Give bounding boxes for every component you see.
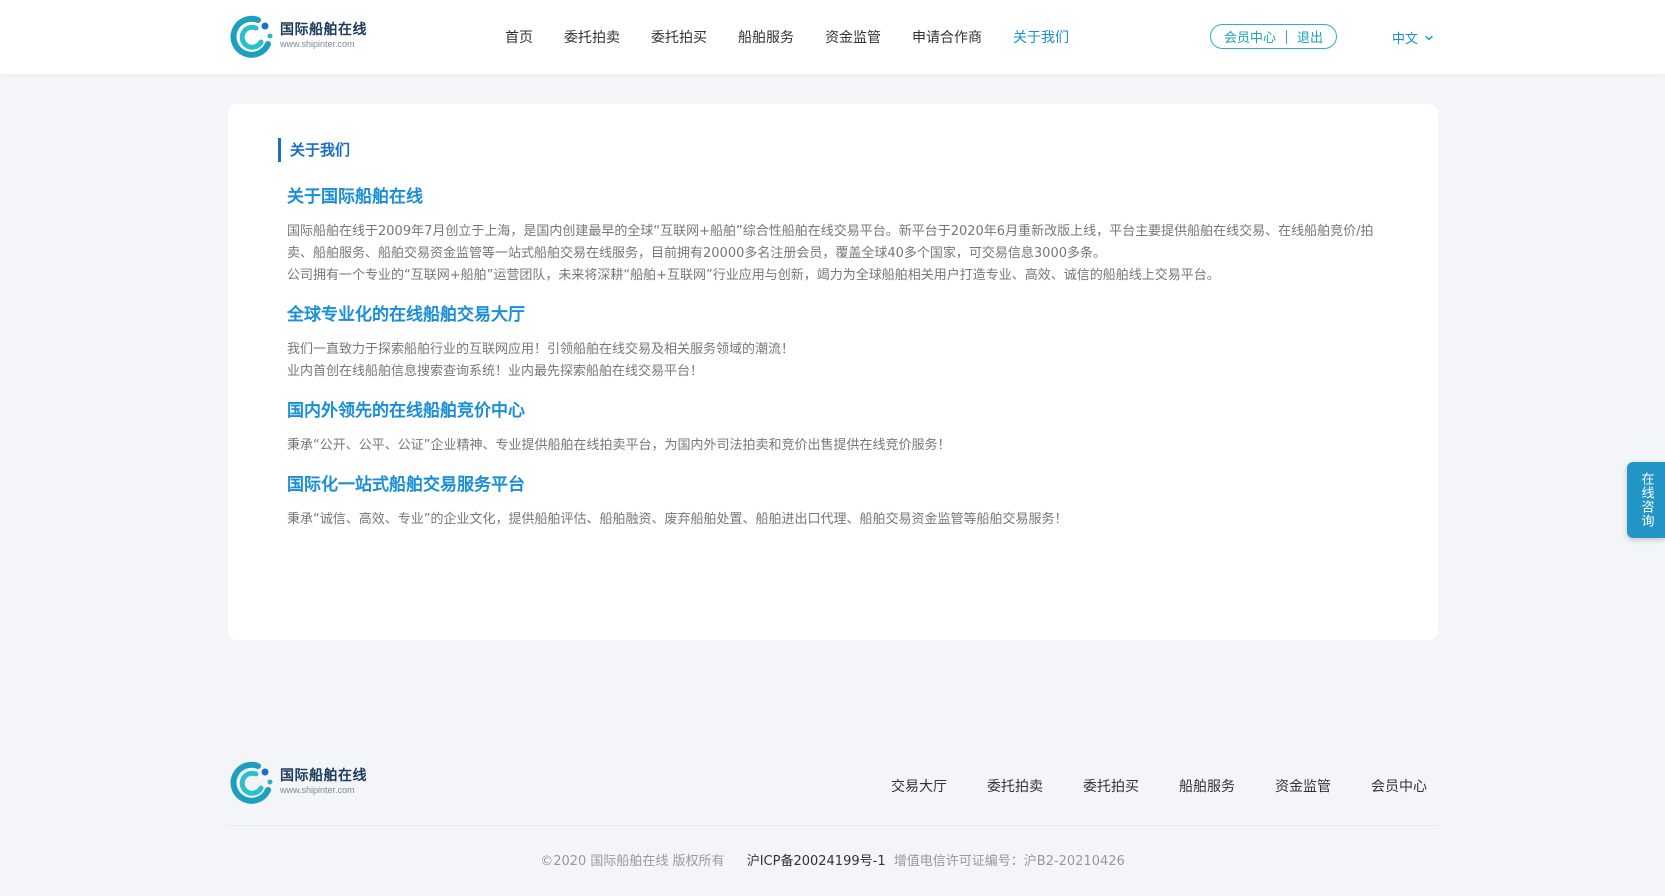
about-card: 关于我们 关于国际船舶在线 国际船舶在线于2009年7月创立于上海，是国内创建最… [228, 104, 1438, 640]
footer-link-fund-supervision[interactable]: 资金监管 [1275, 776, 1331, 796]
block-paragraph: 公司拥有一个专业的“互联网+船舶”运营团队，未来将深耕“船舶+互联网”行业应用与… [287, 268, 1220, 283]
footer-link-ship-services[interactable]: 船舶服务 [1179, 776, 1235, 796]
main-nav: 首页 委托拍卖 委托拍买 船舶服务 资金监管 申请合作商 关于我们 [505, 0, 1100, 74]
logout-link[interactable]: 退出 [1297, 27, 1323, 46]
content-block: 全球专业化的在线船舶交易大厅 我们一直致力于探索船舶行业的互联网应用！引领船舶在… [287, 302, 1377, 383]
online-consult-label: 在线咨询 [1638, 472, 1654, 528]
footer-copyright: ©2020 国际船舶在线 版权所有 沪ICP备20024199号-1 增值电信许… [0, 850, 1665, 869]
chevron-down-icon [1425, 35, 1433, 40]
block-heading: 国际化一站式船舶交易服务平台 [287, 475, 525, 495]
block-paragraph: 秉承“诚信、高效、专业”的企业文化，提供船舶评估、船舶融资、废弃船舶处置、船舶进… [287, 512, 1068, 527]
block-heading: 全球专业化的在线船舶交易大厅 [287, 305, 525, 325]
section-title: 关于我们 [278, 138, 350, 162]
member-center-link[interactable]: 会员中心 [1224, 27, 1276, 46]
language-selector[interactable]: 中文 [1392, 28, 1434, 47]
site-header: 国际船舶在线 www.shipinter.com 首页 委托拍卖 委托拍买 船舶… [0, 0, 1665, 74]
icp-link[interactable]: 沪ICP备20024199号-1 [747, 854, 886, 869]
block-heading: 国内外领先的在线船舶竞价中心 [287, 401, 525, 421]
footer-link-entrust-purchase[interactable]: 委托拍买 [1083, 776, 1139, 796]
member-actions: 会员中心 退出 [1210, 24, 1337, 49]
nav-item-entrust-auction[interactable]: 委托拍卖 [564, 27, 620, 47]
nav-item-ship-services[interactable]: 船舶服务 [738, 27, 794, 47]
footer-link-entrust-auction[interactable]: 委托拍卖 [987, 776, 1043, 796]
nav-item-home[interactable]: 首页 [505, 27, 533, 47]
copyright-text: ©2020 国际船舶在线 版权所有 [540, 854, 725, 869]
online-consult-button[interactable]: 在线咨询 [1627, 462, 1665, 538]
header-logo[interactable]: 国际船舶在线 www.shipinter.com [228, 14, 367, 58]
block-paragraph: 业内首创在线船舶信息搜索查询系统！业内最先探索船舶在线交易平台！ [287, 364, 704, 379]
logo-url: www.shipinter.com [280, 785, 355, 795]
content-block: 国际化一站式船舶交易服务平台 秉承“诚信、高效、专业”的企业文化，提供船舶评估、… [287, 472, 1377, 531]
content-block: 关于国际船舶在线 国际船舶在线于2009年7月创立于上海，是国内创建最早的全球“… [287, 184, 1377, 287]
nav-item-about-us[interactable]: 关于我们 [1013, 27, 1069, 47]
block-paragraph: 国际船舶在线于2009年7月创立于上海，是国内创建最早的全球“互联网+船舶”综合… [287, 224, 1374, 261]
block-paragraph: 我们一直致力于探索船舶行业的互联网应用！引领船舶在线交易及相关服务领域的潮流！ [287, 342, 795, 357]
footer-divider [228, 825, 1438, 826]
content-block: 国内外领先的在线船舶竞价中心 秉承“公开、公平、公证”企业精神、专业提供船舶在线… [287, 398, 1377, 457]
nav-item-apply-partner[interactable]: 申请合作商 [912, 27, 982, 47]
logo-name: 国际船舶在线 [280, 22, 367, 38]
footer-logo[interactable]: 国际船舶在线 www.shipinter.com [228, 760, 367, 804]
nav-item-entrust-purchase[interactable]: 委托拍买 [651, 27, 707, 47]
footer-link-member-center[interactable]: 会员中心 [1371, 776, 1427, 796]
language-label: 中文 [1392, 32, 1419, 47]
block-paragraph: 秉承“公开、公平、公证”企业精神、专业提供船舶在线拍卖平台，为国内外司法拍卖和竞… [287, 438, 951, 453]
logo-name: 国际船舶在线 [280, 768, 367, 784]
logo-mark-icon [230, 761, 273, 804]
license-text: 增值电信许可证编号：沪B2-20210426 [893, 854, 1125, 869]
logo-url: www.shipinter.com [280, 39, 355, 49]
about-content: 关于国际船舶在线 国际船舶在线于2009年7月创立于上海，是国内创建最早的全球“… [287, 184, 1377, 546]
divider [1286, 29, 1287, 44]
logo-mark-icon [230, 15, 273, 58]
block-heading: 关于国际船舶在线 [287, 187, 423, 207]
footer-nav: 交易大厅 委托拍卖 委托拍买 船舶服务 资金监管 会员中心 [891, 776, 1467, 796]
footer-link-trading-hall[interactable]: 交易大厅 [891, 776, 947, 796]
nav-item-fund-supervision[interactable]: 资金监管 [825, 27, 881, 47]
